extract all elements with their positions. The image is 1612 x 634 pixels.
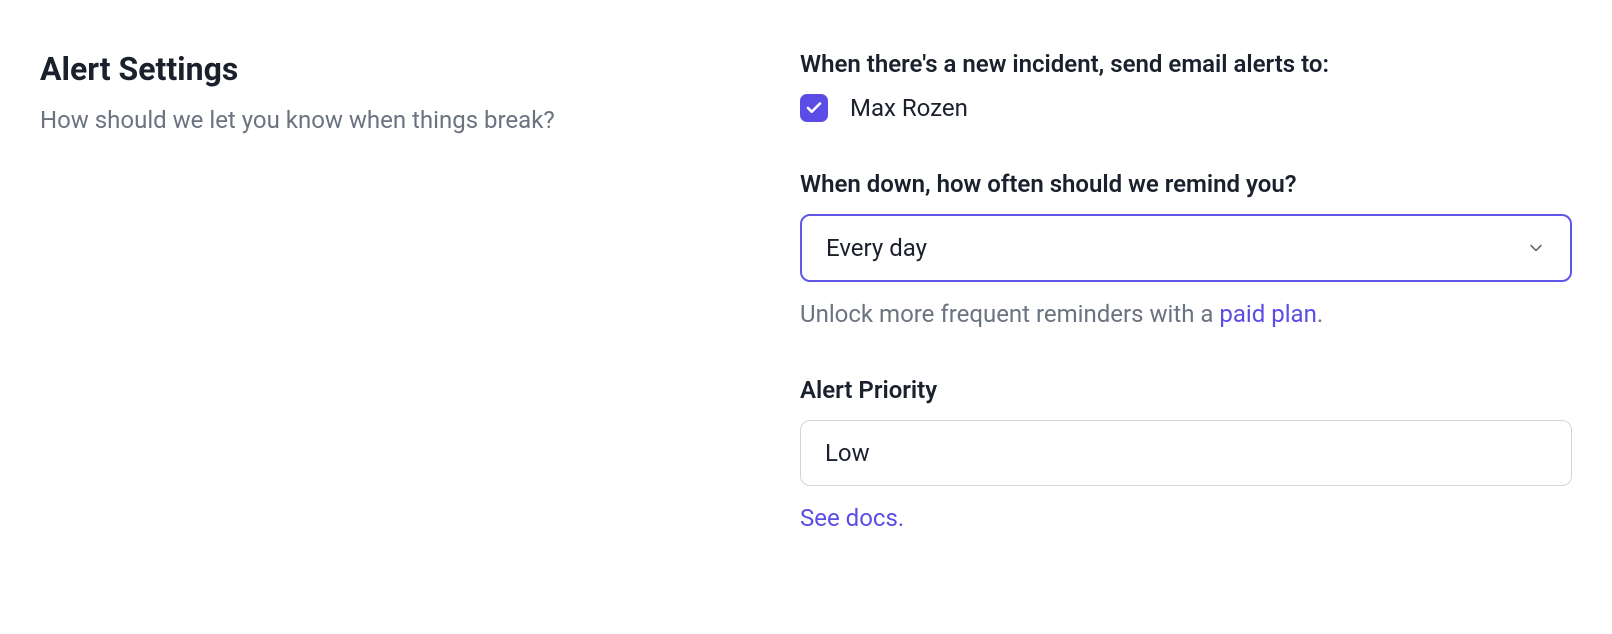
page-subtitle: How should we let you know when things b…	[40, 106, 680, 134]
email-alerts-label: When there's a new incident, send email …	[800, 50, 1572, 78]
email-alerts-group: When there's a new incident, send email …	[800, 50, 1572, 122]
priority-group: Alert Priority Low See docs.	[800, 376, 1572, 532]
priority-select[interactable]: Low	[800, 420, 1572, 486]
see-docs-link[interactable]: See docs	[800, 504, 898, 532]
priority-label: Alert Priority	[800, 376, 1572, 404]
reminder-label: When down, how often should we remind yo…	[800, 170, 1572, 198]
settings-header: Alert Settings How should we let you kno…	[40, 50, 680, 532]
reminder-help-text: Unlock more frequent reminders with a pa…	[800, 300, 1572, 328]
recipient-name: Max Rozen	[850, 94, 968, 122]
check-icon	[805, 99, 823, 117]
recipient-row: Max Rozen	[800, 94, 1572, 122]
reminder-select-value: Every day	[826, 234, 927, 262]
chevron-down-icon	[1526, 238, 1546, 258]
page-title: Alert Settings	[40, 50, 680, 88]
reminder-select[interactable]: Every day	[800, 214, 1572, 282]
recipient-checkbox[interactable]	[800, 94, 828, 122]
priority-select-value: Low	[825, 439, 870, 467]
reminder-group: When down, how often should we remind yo…	[800, 170, 1572, 328]
paid-plan-link[interactable]: paid plan	[1219, 300, 1316, 328]
docs-link-row: See docs.	[800, 504, 1572, 532]
